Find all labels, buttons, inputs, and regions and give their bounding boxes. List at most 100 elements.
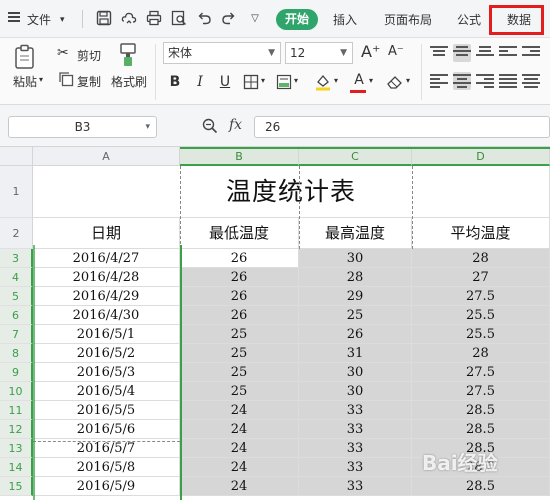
low-temp-cell[interactable]: 26 bbox=[180, 249, 299, 268]
low-temp-cell[interactable]: 24 bbox=[180, 439, 299, 458]
row-header[interactable]: 5 bbox=[0, 287, 33, 306]
low-temp-cell[interactable]: 26 bbox=[180, 287, 299, 306]
redo-icon[interactable] bbox=[220, 10, 238, 28]
undo-icon[interactable] bbox=[195, 10, 213, 28]
row-header[interactable]: 9 bbox=[0, 363, 33, 382]
tab-start[interactable]: 开始 bbox=[276, 9, 318, 30]
copy-button[interactable]: 复制 bbox=[77, 73, 101, 90]
row-header[interactable]: 12 bbox=[0, 420, 33, 439]
align-left-icon[interactable] bbox=[430, 72, 448, 90]
date-cell[interactable]: 2016/5/9 bbox=[33, 477, 180, 496]
save-icon[interactable] bbox=[95, 10, 113, 28]
print-icon[interactable] bbox=[145, 10, 163, 28]
header-high[interactable]: 最高温度 bbox=[299, 218, 412, 249]
chevron-down-icon[interactable]: ▾ bbox=[294, 76, 298, 85]
format-painter-icon[interactable] bbox=[117, 42, 139, 68]
menu-icon[interactable] bbox=[8, 12, 20, 22]
date-cell[interactable]: 2016/5/2 bbox=[33, 344, 180, 363]
low-temp-cell[interactable]: 24 bbox=[180, 420, 299, 439]
align-top-icon[interactable] bbox=[430, 44, 448, 62]
date-cell[interactable]: 2016/5/1 bbox=[33, 325, 180, 344]
bold-button[interactable]: B bbox=[165, 72, 185, 92]
column-header-b[interactable]: B bbox=[180, 147, 299, 166]
high-temp-cell[interactable]: 33 bbox=[299, 420, 412, 439]
header-low[interactable]: 最低温度 bbox=[180, 218, 299, 249]
underline-button[interactable]: U bbox=[215, 72, 235, 92]
low-temp-cell[interactable]: 25 bbox=[180, 382, 299, 401]
font-name-select[interactable]: 宋体 ▼ bbox=[163, 42, 281, 64]
sheet-title[interactable]: 温度统计表 bbox=[33, 166, 550, 218]
avg-temp-cell[interactable]: 25.5 bbox=[412, 306, 550, 325]
avg-temp-cell[interactable]: 25.5 bbox=[412, 325, 550, 344]
header-date[interactable]: 日期 bbox=[33, 218, 180, 249]
avg-temp-cell[interactable]: 28.5 bbox=[412, 401, 550, 420]
name-box[interactable]: B3 ▾ bbox=[8, 116, 157, 138]
avg-temp-cell[interactable]: 28.5 bbox=[412, 477, 550, 496]
tab-page-layout[interactable]: 页面布局 bbox=[384, 11, 432, 29]
high-temp-cell[interactable]: 30 bbox=[299, 363, 412, 382]
format-painter-button[interactable]: 格式刷 bbox=[111, 73, 147, 90]
avg-temp-cell[interactable]: 27 bbox=[412, 268, 550, 287]
fill-color-icon[interactable] bbox=[314, 73, 332, 91]
borders-icon[interactable] bbox=[243, 74, 259, 90]
high-temp-cell[interactable]: 33 bbox=[299, 477, 412, 496]
paste-icon[interactable] bbox=[14, 44, 36, 70]
row-header[interactable]: 13 bbox=[0, 439, 33, 458]
font-color-button[interactable]: A bbox=[349, 70, 369, 90]
date-cell[interactable]: 2016/5/8 bbox=[33, 458, 180, 477]
column-header-d[interactable]: D bbox=[412, 147, 550, 166]
align-middle-icon[interactable] bbox=[453, 44, 471, 62]
date-cell[interactable]: 2016/5/6 bbox=[33, 420, 180, 439]
row-header[interactable]: 10 bbox=[0, 382, 33, 401]
chevron-down-icon[interactable]: ▾ bbox=[334, 76, 338, 85]
high-temp-cell[interactable]: 33 bbox=[299, 401, 412, 420]
align-right-icon[interactable] bbox=[476, 72, 494, 90]
low-temp-cell[interactable]: 24 bbox=[180, 401, 299, 420]
low-temp-cell[interactable]: 26 bbox=[180, 268, 299, 287]
row-header[interactable]: 8 bbox=[0, 344, 33, 363]
increase-font-button[interactable]: A⁺ bbox=[361, 42, 380, 61]
copy-icon[interactable] bbox=[58, 71, 74, 87]
zoom-icon[interactable] bbox=[202, 118, 218, 134]
low-temp-cell[interactable]: 25 bbox=[180, 363, 299, 382]
date-cell[interactable]: 2016/5/5 bbox=[33, 401, 180, 420]
row-header[interactable]: 15 bbox=[0, 477, 33, 496]
date-cell[interactable]: 2016/5/4 bbox=[33, 382, 180, 401]
row-header[interactable]: 4 bbox=[0, 268, 33, 287]
chevron-down-icon[interactable]: ▾ bbox=[39, 75, 43, 84]
avg-temp-cell[interactable]: 27.5 bbox=[412, 287, 550, 306]
avg-temp-cell[interactable]: 27.5 bbox=[412, 382, 550, 401]
tab-formulas[interactable]: 公式 bbox=[457, 11, 481, 29]
date-cell[interactable]: 2016/4/27 bbox=[33, 249, 180, 268]
date-cell[interactable]: 2016/4/30 bbox=[33, 306, 180, 325]
cloud-icon[interactable] bbox=[120, 10, 138, 28]
chevron-down-icon[interactable]: ▾ bbox=[406, 76, 410, 85]
date-cell[interactable]: 2016/4/29 bbox=[33, 287, 180, 306]
select-all-corner[interactable] bbox=[0, 147, 33, 166]
column-header-a[interactable]: A bbox=[33, 147, 180, 166]
high-temp-cell[interactable]: 30 bbox=[299, 382, 412, 401]
low-temp-cell[interactable]: 25 bbox=[180, 325, 299, 344]
row-header-1[interactable]: 1 bbox=[0, 166, 33, 218]
cut-button[interactable]: 剪切 bbox=[77, 47, 101, 64]
paste-button[interactable]: 粘贴 bbox=[13, 73, 37, 90]
high-temp-cell[interactable]: 25 bbox=[299, 306, 412, 325]
row-header[interactable]: 11 bbox=[0, 401, 33, 420]
date-cell[interactable]: 2016/4/28 bbox=[33, 268, 180, 287]
row-header[interactable]: 3 bbox=[0, 249, 33, 268]
high-temp-cell[interactable]: 28 bbox=[299, 268, 412, 287]
chevron-down-icon[interactable]: ▾ bbox=[261, 76, 265, 85]
high-temp-cell[interactable]: 26 bbox=[299, 325, 412, 344]
avg-temp-cell[interactable]: 28.5 bbox=[412, 420, 550, 439]
row-header-2[interactable]: 2 bbox=[0, 218, 33, 249]
date-cell[interactable]: 2016/5/3 bbox=[33, 363, 180, 382]
low-temp-cell[interactable]: 26 bbox=[180, 306, 299, 325]
chevron-down-icon[interactable]: ▾ bbox=[145, 117, 150, 137]
align-bottom-icon[interactable] bbox=[476, 44, 494, 62]
italic-button[interactable]: I bbox=[190, 72, 210, 92]
chevron-down-icon[interactable]: ▾ bbox=[60, 11, 65, 29]
align-center-icon[interactable] bbox=[453, 72, 471, 90]
formula-input[interactable]: 26 bbox=[254, 116, 550, 138]
high-temp-cell[interactable]: 30 bbox=[299, 249, 412, 268]
row-header[interactable]: 7 bbox=[0, 325, 33, 344]
